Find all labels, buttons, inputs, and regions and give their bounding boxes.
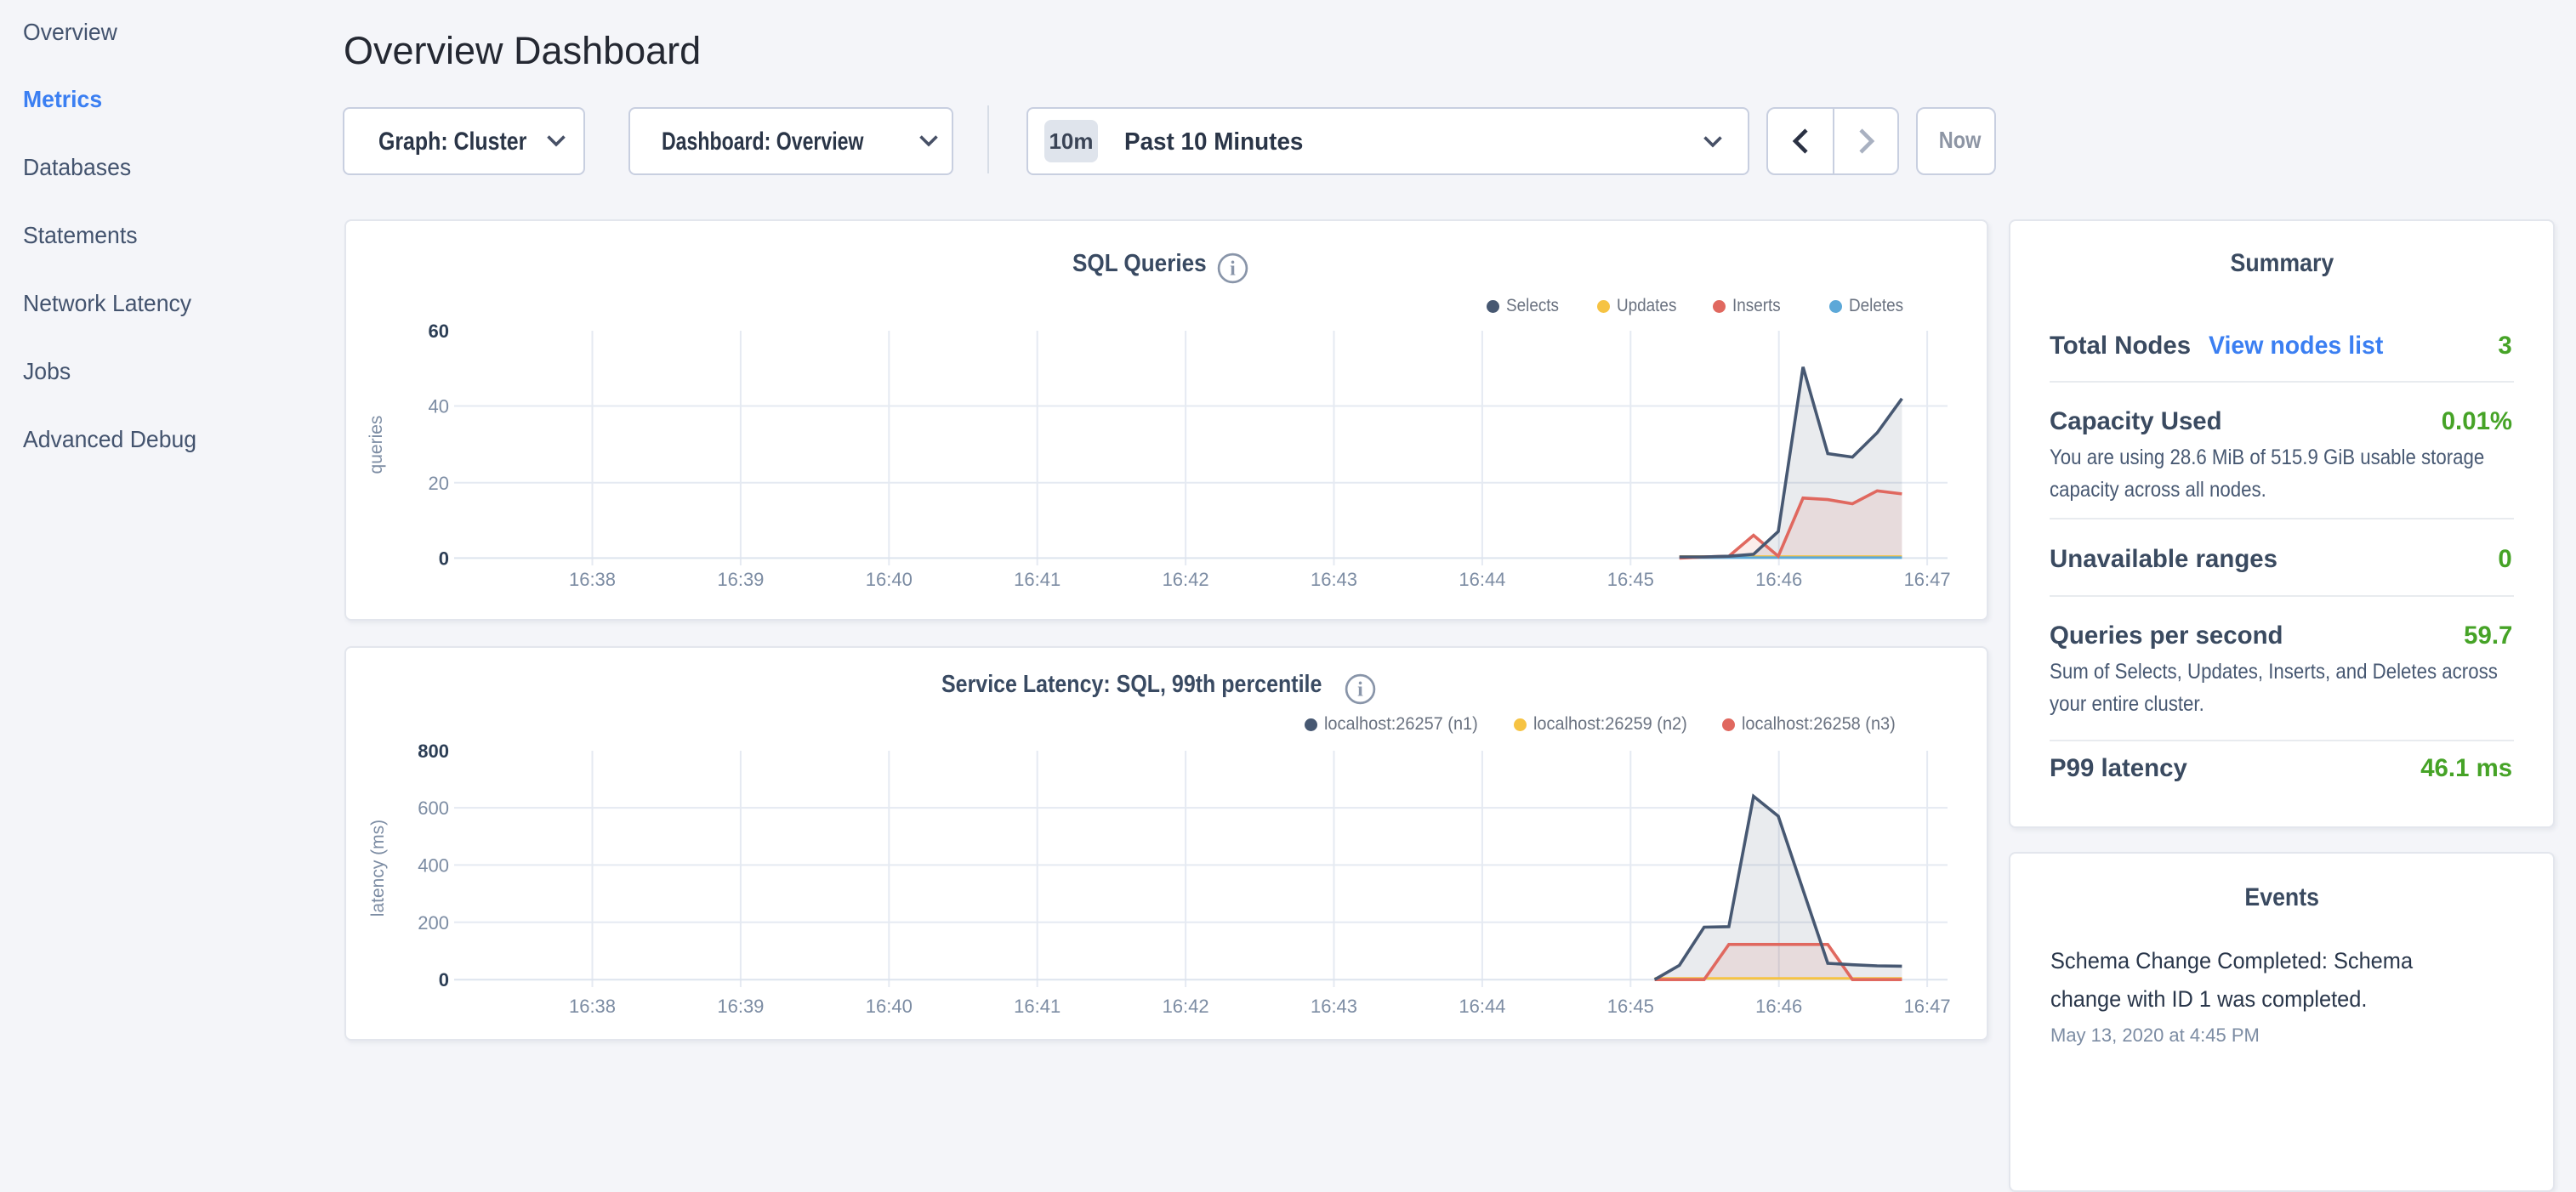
svg-text:16:40: 16:40: [866, 569, 913, 590]
svg-text:40: 40: [429, 396, 449, 417]
svg-text:latency (ms): latency (ms): [368, 820, 388, 917]
svg-text:20: 20: [429, 473, 449, 494]
svg-text:16:42: 16:42: [1163, 996, 1209, 1017]
svg-text:200: 200: [418, 912, 449, 934]
svg-text:400: 400: [418, 854, 449, 876]
svg-text:16:43: 16:43: [1311, 996, 1357, 1017]
svg-text:16:39: 16:39: [717, 569, 764, 590]
svg-text:16:40: 16:40: [866, 996, 913, 1017]
svg-text:0: 0: [439, 548, 449, 569]
svg-text:16:43: 16:43: [1311, 569, 1357, 590]
svg-text:60: 60: [429, 321, 449, 342]
svg-text:16:38: 16:38: [569, 569, 616, 590]
svg-text:16:38: 16:38: [569, 996, 616, 1017]
svg-text:16:39: 16:39: [717, 996, 764, 1017]
svg-text:16:45: 16:45: [1607, 569, 1654, 590]
svg-text:16:41: 16:41: [1014, 996, 1061, 1017]
svg-text:16:46: 16:46: [1755, 569, 1802, 590]
svg-text:16:44: 16:44: [1459, 569, 1505, 590]
svg-text:0: 0: [439, 969, 449, 990]
svg-text:600: 600: [418, 798, 449, 819]
svg-text:16:45: 16:45: [1607, 996, 1654, 1017]
svg-text:16:44: 16:44: [1459, 996, 1505, 1017]
svg-text:16:42: 16:42: [1163, 569, 1209, 590]
svg-text:16:46: 16:46: [1755, 996, 1802, 1017]
svg-text:16:47: 16:47: [1904, 569, 1951, 590]
svg-text:queries: queries: [367, 416, 386, 474]
svg-text:16:41: 16:41: [1014, 569, 1061, 590]
svg-text:800: 800: [418, 741, 449, 762]
svg-text:16:47: 16:47: [1904, 996, 1951, 1017]
